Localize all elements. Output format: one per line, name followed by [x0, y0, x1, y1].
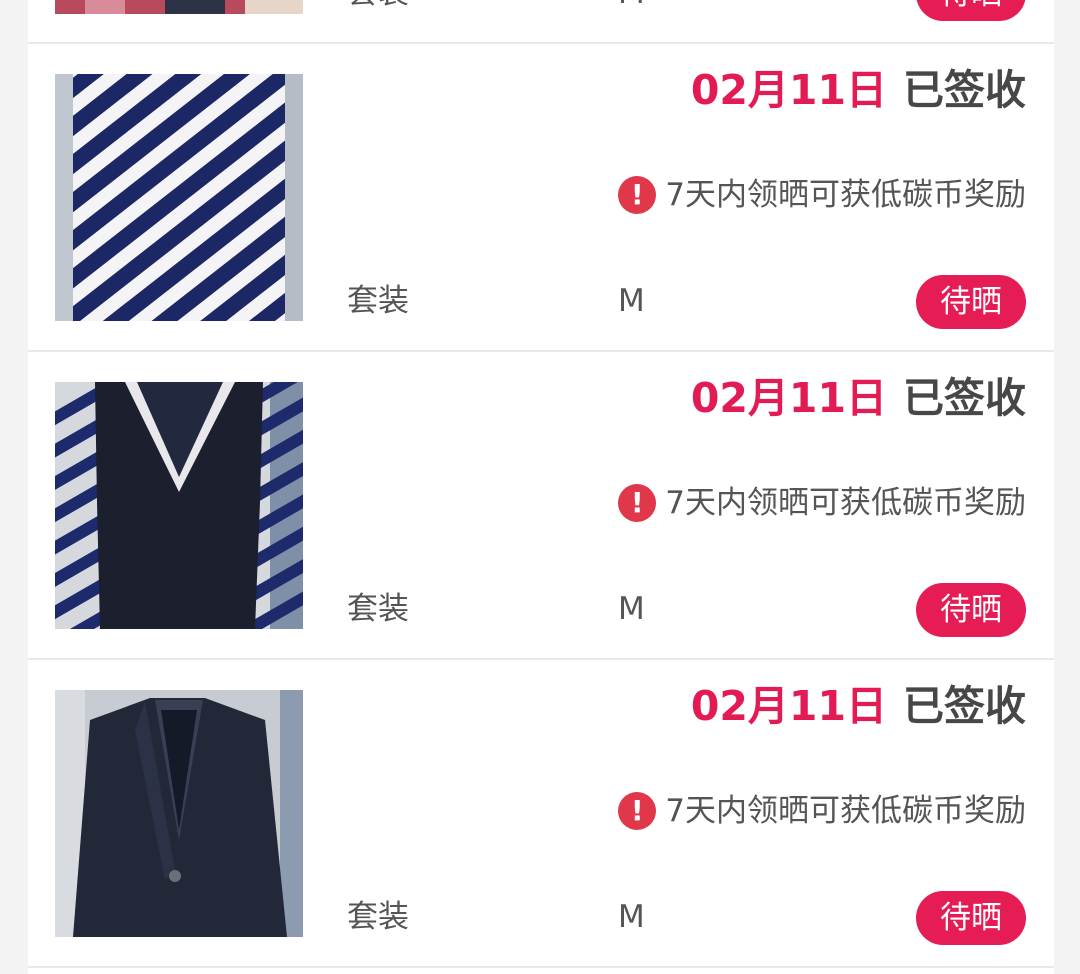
item-category: 套装: [347, 591, 409, 627]
reward-hint-text: 7天内领晒可获低碳币奖励: [665, 176, 1026, 213]
delivery-date: 02月11日: [690, 66, 887, 114]
product-thumbnail[interactable]: [55, 690, 303, 937]
product-thumbnail[interactable]: [55, 0, 303, 14]
pending-share-button[interactable]: 待晒: [916, 891, 1026, 945]
item-size: M: [618, 283, 645, 319]
reward-hint-text: 7天内领晒可获低碳币奖励: [665, 792, 1026, 829]
alert-icon: !: [618, 176, 657, 214]
item-category: 套装: [347, 283, 409, 319]
item-size: M: [618, 0, 645, 9]
alert-icon: !: [618, 792, 657, 830]
order-item[interactable]: 02月11日 已签收 ! 7天内领晒可获低碳币奖励 套装 M 待晒: [28, 46, 1054, 352]
pending-share-button[interactable]: 待晒: [916, 275, 1026, 329]
item-size: M: [618, 591, 645, 627]
item-size: M: [618, 899, 645, 935]
delivery-date-line: 02月11日 已签收: [691, 70, 1026, 111]
reward-hint-text: 7天内领晒可获低碳币奖励: [665, 484, 1026, 521]
delivery-date: 02月11日: [690, 682, 887, 730]
delivery-status: 已签收: [903, 682, 1026, 730]
delivery-date: 02月11日: [690, 374, 887, 422]
item-category: 套装: [347, 899, 409, 935]
order-item[interactable]: 02月11日 已签收 ! 7天内领晒可获低碳币奖励 套装 M 待晒: [28, 354, 1054, 660]
reward-hint: ! 7天内领晒可获低碳币奖励: [618, 484, 1026, 522]
delivery-date-line: 02月11日 已签收: [691, 686, 1026, 727]
delivery-date-line: 02月11日 已签收: [691, 378, 1026, 419]
product-thumbnail[interactable]: [55, 74, 303, 321]
pending-share-button[interactable]: 待晒: [916, 0, 1026, 21]
delivery-status: 已签收: [903, 66, 1026, 114]
pending-share-button[interactable]: 待晒: [916, 583, 1026, 637]
item-category: 套装: [347, 0, 409, 9]
product-thumbnail[interactable]: [55, 382, 303, 629]
order-item[interactable]: 02月11日 已签收 ! 7天内领晒可获低碳币奖励 套装 M 待晒: [28, 662, 1054, 968]
order-list: 套装 M 待晒: [28, 0, 1054, 974]
reward-hint: ! 7天内领晒可获低碳币奖励: [618, 176, 1026, 214]
reward-hint: ! 7天内领晒可获低碳币奖励: [618, 792, 1026, 830]
alert-icon: !: [618, 484, 657, 522]
order-item[interactable]: 套装 M 待晒: [28, 0, 1054, 44]
delivery-status: 已签收: [903, 374, 1026, 422]
